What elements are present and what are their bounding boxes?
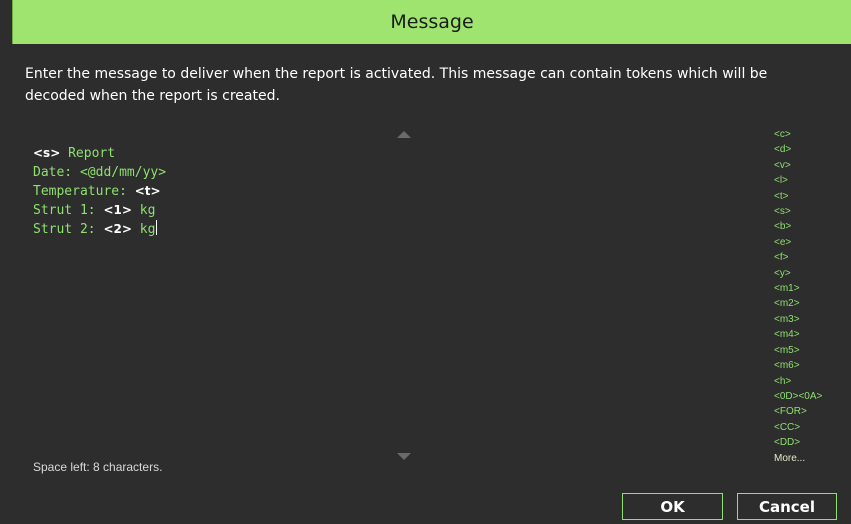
token-item[interactable]: <m6> <box>774 358 849 373</box>
token-item[interactable]: <y> <box>774 266 849 281</box>
editor-token: <t> <box>134 184 161 198</box>
token-item[interactable]: <t> <box>774 189 849 204</box>
ok-button[interactable]: OK <box>622 493 723 520</box>
editor-text: Temperature: <box>33 184 135 199</box>
instructions: Enter the message to deliver when the re… <box>25 63 851 107</box>
editor-line: Temperature: <t> <box>33 182 166 201</box>
editor-text: Date: <@dd/mm/yy> <box>33 165 167 180</box>
scroll-down-arrow-icon[interactable] <box>397 453 411 460</box>
token-item[interactable]: <d> <box>774 142 849 157</box>
token-item[interactable]: <b> <box>774 219 849 234</box>
dialog-title-bar: Message <box>12 0 851 44</box>
token-item[interactable]: <m2> <box>774 296 849 311</box>
more-tokens-link[interactable]: More... <box>774 451 849 466</box>
token-item[interactable]: <e> <box>774 235 849 250</box>
token-item[interactable]: <f> <box>774 250 849 265</box>
editor-line: <s> Report <box>33 144 166 163</box>
token-item[interactable]: <DD> <box>774 435 849 450</box>
token-item[interactable]: <h> <box>774 374 849 389</box>
token-item[interactable]: <v> <box>774 158 849 173</box>
token-item[interactable]: <c> <box>774 127 849 142</box>
editor-token: <s> <box>33 146 61 160</box>
token-item[interactable]: <m1> <box>774 281 849 296</box>
space-left-status: Space left: 8 characters. <box>33 460 163 474</box>
token-item[interactable]: <CC> <box>774 420 849 435</box>
token-item[interactable]: <m4> <box>774 327 849 342</box>
token-list: <c> <d> <v> <l> <t> <s> <b> <e> <f> <y> <m1> <m2> <m… <box>774 127 849 466</box>
message-editor[interactable]: <s> Report Date: <@dd/mm/yy> Temperature: … <box>33 144 166 239</box>
editor-line: Strut 2: <2> kg <box>33 220 166 239</box>
instructions-line-2: decoded when the report is created. <box>25 88 280 104</box>
editor-token: <2> <box>103 222 132 236</box>
editor-text: Report <box>60 146 116 161</box>
editor-text: kg <box>131 222 156 237</box>
text-cursor <box>156 220 158 235</box>
cancel-button[interactable]: Cancel <box>737 493 837 520</box>
instructions-line-1: Enter the message to deliver when the re… <box>25 66 768 82</box>
token-item[interactable]: <0D><0A> <box>774 389 849 404</box>
token-item[interactable]: <s> <box>774 204 849 219</box>
token-item[interactable]: <l> <box>774 173 849 188</box>
editor-line: Date: <@dd/mm/yy> <box>33 163 166 182</box>
editor-text: Strut 2: <box>33 222 104 237</box>
token-item[interactable]: <m5> <box>774 343 849 358</box>
editor-token: <1> <box>103 203 132 217</box>
editor-text: Strut 1: <box>33 203 104 218</box>
scroll-up-arrow-icon[interactable] <box>397 131 411 138</box>
editor-line: Strut 1: <1> kg <box>33 201 166 220</box>
editor-text: kg <box>131 203 156 218</box>
token-item[interactable]: <m3> <box>774 312 849 327</box>
token-item[interactable]: <FOR> <box>774 404 849 419</box>
dialog-title: Message <box>390 11 474 33</box>
